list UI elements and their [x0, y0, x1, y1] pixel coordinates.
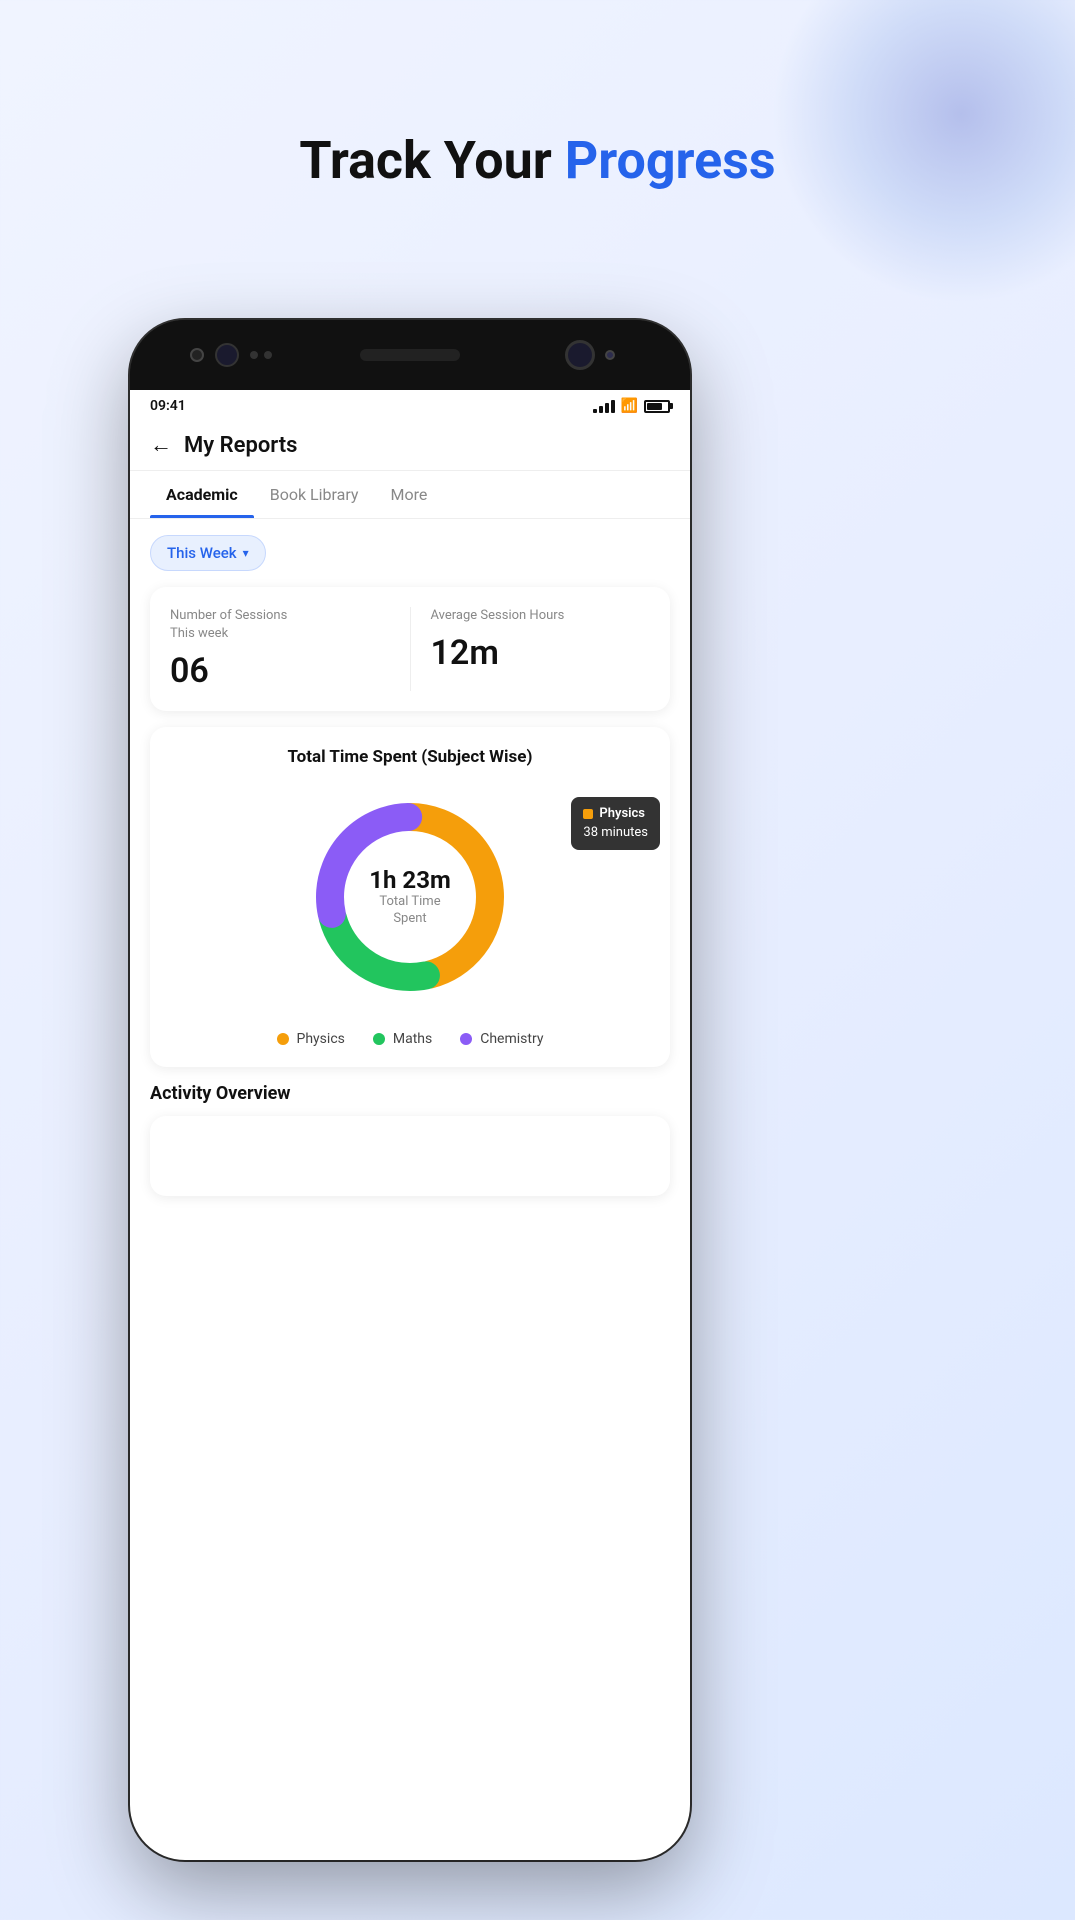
sensor-right	[605, 350, 615, 360]
subject-chart-card: Total Time Spent (Subject Wise)	[150, 727, 670, 1067]
chart-legend: Physics Maths Chemistry	[170, 1031, 650, 1047]
title-blue: Progress	[565, 130, 776, 191]
filter-label: This Week	[167, 544, 237, 562]
screen-title: My Reports	[184, 433, 297, 458]
back-button[interactable]: ←	[150, 432, 172, 458]
phone-frame: 09:41 📶 ← My Reports Academ	[130, 320, 690, 1860]
status-bar: 09:41 📶	[130, 390, 690, 422]
tab-academic[interactable]: Academic	[150, 471, 254, 518]
donut-chart-container: 1h 23m Total TimeSpent Physics 38 minute…	[170, 787, 650, 1007]
earpiece-speaker	[360, 349, 460, 361]
status-time: 09:41	[150, 398, 186, 414]
app-header: ← My Reports	[130, 422, 690, 471]
phone-screen: 09:41 📶 ← My Reports Academ	[130, 390, 690, 1860]
activity-section-title: Activity Overview	[150, 1083, 670, 1104]
signal-bar-2	[599, 406, 603, 413]
maths-color-dot	[373, 1033, 385, 1045]
stats-card: Number of SessionsThis week 06 Average S…	[150, 587, 670, 711]
legend-maths: Maths	[373, 1031, 432, 1047]
tab-book-library[interactable]: Book Library	[254, 471, 375, 518]
camera-right	[565, 340, 595, 370]
title-black: Track Your	[299, 130, 564, 191]
physics-legend-label: Physics	[297, 1031, 345, 1047]
sessions-value: 06	[170, 651, 390, 691]
phone-notch	[130, 320, 690, 390]
signal-bar-3	[605, 403, 609, 413]
notch-dot-2	[264, 351, 272, 359]
activity-card	[150, 1116, 670, 1196]
battery-icon	[644, 400, 670, 413]
battery-fill	[647, 403, 662, 410]
sessions-stat: Number of SessionsThis week 06	[170, 607, 390, 691]
week-filter-pill[interactable]: This Week ▾	[150, 535, 266, 571]
avg-value: 12m	[431, 633, 651, 673]
dropdown-arrow-icon: ▾	[243, 546, 249, 560]
maths-legend-label: Maths	[393, 1031, 432, 1047]
signal-bar-4	[611, 400, 615, 413]
legend-chemistry: Chemistry	[460, 1031, 543, 1047]
physics-color-dot	[277, 1033, 289, 1045]
tooltip-value: 38 minutes	[583, 824, 648, 842]
front-camera	[190, 348, 204, 362]
tooltip-subject-name: Physics	[599, 805, 645, 823]
chemistry-color-dot	[460, 1033, 472, 1045]
signal-bars	[593, 399, 615, 413]
total-time-value: 1h 23m	[369, 866, 451, 894]
tooltip-color-dot	[583, 809, 593, 819]
donut-wrapper: 1h 23m Total TimeSpent	[300, 787, 520, 1007]
notch-dots	[250, 351, 272, 359]
signal-bar-1	[593, 409, 597, 413]
avg-label: Average Session Hours	[431, 607, 651, 625]
wifi-icon: 📶	[621, 398, 638, 414]
donut-center: 1h 23m Total TimeSpent	[369, 866, 451, 928]
total-time-label: Total TimeSpent	[369, 894, 451, 928]
chart-title: Total Time Spent (Subject Wise)	[170, 747, 650, 767]
content-area: This Week ▾ Number of SessionsThis week …	[130, 519, 690, 1212]
chart-tooltip: Physics 38 minutes	[571, 797, 660, 849]
status-icons: 📶	[593, 398, 670, 414]
notch-dot-1	[250, 351, 258, 359]
face-sensor	[215, 343, 239, 367]
stat-divider	[410, 607, 411, 691]
tab-more[interactable]: More	[374, 471, 443, 518]
tooltip-subject: Physics	[583, 805, 648, 823]
tab-bar: Academic Book Library More	[130, 471, 690, 519]
sessions-label: Number of SessionsThis week	[170, 607, 390, 643]
page-title: Track Your Progress	[0, 130, 1075, 191]
legend-physics: Physics	[277, 1031, 345, 1047]
avg-session-stat: Average Session Hours 12m	[431, 607, 651, 691]
chemistry-legend-label: Chemistry	[480, 1031, 543, 1047]
